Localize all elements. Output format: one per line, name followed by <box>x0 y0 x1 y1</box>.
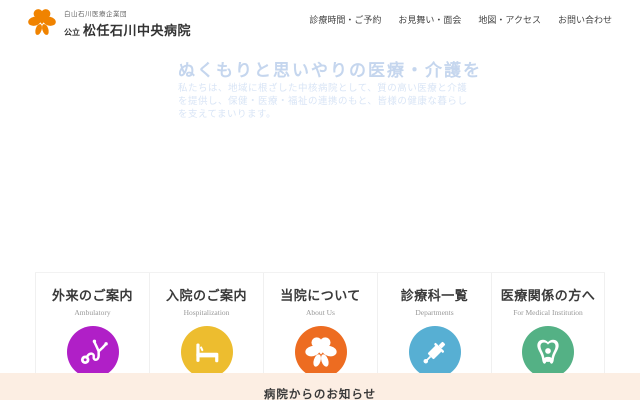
top-navigation: 診療時間・ご予約 お見舞い・面会 地図・アクセス お問い合わせ <box>309 13 612 26</box>
hospital-logo-icon <box>27 7 57 37</box>
hero-description: 私たちは、地域に根ざした中核病院として、質の高い医療と介護を提供し、保健・医療・… <box>178 82 470 121</box>
card-departments[interactable]: 診療科一覧 Departments <box>377 273 491 373</box>
site-logo[interactable]: 白山石川医療企業団 公立 松任石川中央病院 <box>27 5 191 39</box>
syringe-icon <box>409 326 461 373</box>
hospital-logo-icon <box>295 326 347 373</box>
card-subtitle: Hospitalization <box>150 308 263 317</box>
medical-staff-icon <box>522 326 574 373</box>
quick-menu: 外来のご案内 Ambulatory 入院のご案内 Hospitalization <box>35 272 605 373</box>
card-about-us[interactable]: 当院について About Us <box>263 273 377 373</box>
card-inpatient-guide[interactable]: 入院のご案内 Hospitalization <box>149 273 263 373</box>
card-title: 入院のご案内 <box>150 285 263 304</box>
card-subtitle: Ambulatory <box>36 308 149 317</box>
hospital-name-prefix: 公立 <box>64 27 80 38</box>
card-title: 当院について <box>264 285 377 304</box>
card-title: 外来のご案内 <box>36 285 149 304</box>
nav-link-contact[interactable]: お問い合わせ <box>558 13 612 26</box>
card-subtitle: About Us <box>264 308 377 317</box>
card-medical-professionals[interactable]: 医療関係の方へ For Medical Institution <box>491 273 605 373</box>
stethoscope-icon <box>67 326 119 373</box>
bed-icon <box>181 326 233 373</box>
site-header: 白山石川医療企業団 公立 松任石川中央病院 診療時間・ご予約 お見舞い・面会 地… <box>0 0 640 40</box>
card-subtitle: Departments <box>378 308 491 317</box>
news-section: 病院からのお知らせ <box>0 373 640 400</box>
hospital-name: 松任石川中央病院 <box>83 20 191 39</box>
hero-title: ぬくもりと思いやりの医療・介護を <box>178 56 482 81</box>
nav-link-map-access[interactable]: 地図・アクセス <box>478 13 541 26</box>
nav-link-hours-reservation[interactable]: 診療時間・ご予約 <box>309 13 381 26</box>
card-title: 診療科一覧 <box>378 285 491 304</box>
card-title: 医療関係の方へ <box>492 285 604 304</box>
card-subtitle: For Medical Institution <box>492 308 604 317</box>
organization-name: 白山石川医療企業団 <box>64 8 191 18</box>
nav-link-visiting[interactable]: お見舞い・面会 <box>398 13 461 26</box>
card-outpatient-guide[interactable]: 外来のご案内 Ambulatory <box>35 273 149 373</box>
news-heading: 病院からのお知らせ <box>0 373 640 402</box>
logo-text: 白山石川医療企業団 公立 松任石川中央病院 <box>64 5 191 39</box>
hero-section: ぬくもりと思いやりの医療・介護を 私たちは、地域に根ざした中核病院として、質の高… <box>0 40 640 272</box>
